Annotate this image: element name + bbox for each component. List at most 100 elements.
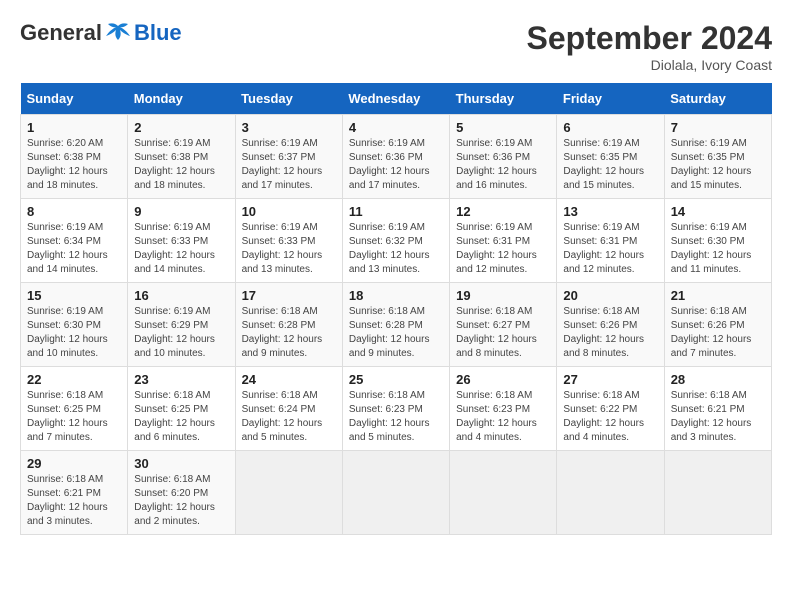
- day-info: Sunrise: 6:19 AM Sunset: 6:33 PM Dayligh…: [242, 221, 336, 277]
- location: Diolala, Ivory Coast: [527, 57, 772, 73]
- day-info: Sunrise: 6:19 AM Sunset: 6:36 PM Dayligh…: [456, 137, 550, 193]
- table-row: 24 Sunrise: 6:18 AM Sunset: 6:24 PM Dayli…: [235, 367, 342, 451]
- day-info: Sunrise: 6:19 AM Sunset: 6:38 PM Dayligh…: [134, 137, 228, 193]
- day-number: 18: [349, 288, 443, 303]
- calendar-week-row: 1 Sunrise: 6:20 AM Sunset: 6:38 PM Daylig…: [21, 115, 772, 199]
- day-info: Sunrise: 6:18 AM Sunset: 6:28 PM Dayligh…: [349, 305, 443, 361]
- day-number: 1: [27, 120, 121, 135]
- header-monday: Monday: [128, 83, 235, 115]
- day-info: Sunrise: 6:19 AM Sunset: 6:31 PM Dayligh…: [563, 221, 657, 277]
- table-row: [450, 451, 557, 535]
- table-row: 1 Sunrise: 6:20 AM Sunset: 6:38 PM Daylig…: [21, 115, 128, 199]
- day-number: 12: [456, 204, 550, 219]
- day-number: 26: [456, 372, 550, 387]
- table-row: 2 Sunrise: 6:19 AM Sunset: 6:38 PM Daylig…: [128, 115, 235, 199]
- table-row: 29Sunrise: 6:18 AM Sunset: 6:21 PM Dayli…: [21, 451, 128, 535]
- day-info: Sunrise: 6:19 AM Sunset: 6:34 PM Dayligh…: [27, 221, 121, 277]
- day-number: 25: [349, 372, 443, 387]
- table-row: 19 Sunrise: 6:18 AM Sunset: 6:27 PM Dayli…: [450, 283, 557, 367]
- table-row: 11 Sunrise: 6:19 AM Sunset: 6:32 PM Dayli…: [342, 199, 449, 283]
- day-info: Sunrise: 6:19 AM Sunset: 6:30 PM Dayligh…: [27, 305, 121, 361]
- day-number: 6: [563, 120, 657, 135]
- day-number: 16: [134, 288, 228, 303]
- table-row: 20 Sunrise: 6:18 AM Sunset: 6:26 PM Dayli…: [557, 283, 664, 367]
- table-row: 18 Sunrise: 6:18 AM Sunset: 6:28 PM Dayli…: [342, 283, 449, 367]
- header-thursday: Thursday: [450, 83, 557, 115]
- table-row: 15 Sunrise: 6:19 AM Sunset: 6:30 PM Dayli…: [21, 283, 128, 367]
- table-row: 14Sunrise: 6:19 AM Sunset: 6:30 PM Dayli…: [664, 199, 771, 283]
- table-row: 7 Sunrise: 6:19 AM Sunset: 6:35 PM Daylig…: [664, 115, 771, 199]
- table-row: 10 Sunrise: 6:19 AM Sunset: 6:33 PM Dayli…: [235, 199, 342, 283]
- table-row: 25 Sunrise: 6:18 AM Sunset: 6:23 PM Dayli…: [342, 367, 449, 451]
- day-number: 22: [27, 372, 121, 387]
- day-info: Sunrise: 6:18 AM Sunset: 6:26 PM Dayligh…: [563, 305, 657, 361]
- day-info: Sunrise: 6:18 AM Sunset: 6:21 PM Dayligh…: [671, 389, 765, 445]
- logo: General Blue: [20, 20, 182, 46]
- day-number: 13: [563, 204, 657, 219]
- header-sunday: Sunday: [21, 83, 128, 115]
- day-number: 4: [349, 120, 443, 135]
- day-info: Sunrise: 6:19 AM Sunset: 6:31 PM Dayligh…: [456, 221, 550, 277]
- table-row: 3 Sunrise: 6:19 AM Sunset: 6:37 PM Daylig…: [235, 115, 342, 199]
- logo-bird-icon: [104, 22, 132, 44]
- calendar-table: Sunday Monday Tuesday Wednesday Thursday…: [20, 83, 772, 535]
- day-info: Sunrise: 6:19 AM Sunset: 6:30 PM Dayligh…: [671, 221, 765, 277]
- table-row: 12 Sunrise: 6:19 AM Sunset: 6:31 PM Dayli…: [450, 199, 557, 283]
- table-row: 23Sunrise: 6:18 AM Sunset: 6:25 PM Dayli…: [128, 367, 235, 451]
- table-row: 16Sunrise: 6:19 AM Sunset: 6:29 PM Dayli…: [128, 283, 235, 367]
- table-row: 27Sunrise: 6:18 AM Sunset: 6:22 PM Dayli…: [557, 367, 664, 451]
- day-number: 11: [349, 204, 443, 219]
- day-info: Sunrise: 6:18 AM Sunset: 6:23 PM Dayligh…: [349, 389, 443, 445]
- day-info: Sunrise: 6:19 AM Sunset: 6:32 PM Dayligh…: [349, 221, 443, 277]
- day-number: 28: [671, 372, 765, 387]
- calendar-week-row: 22Sunrise: 6:18 AM Sunset: 6:25 PM Dayli…: [21, 367, 772, 451]
- day-info: Sunrise: 6:18 AM Sunset: 6:26 PM Dayligh…: [671, 305, 765, 361]
- calendar-week-row: 29Sunrise: 6:18 AM Sunset: 6:21 PM Dayli…: [21, 451, 772, 535]
- day-info: Sunrise: 6:18 AM Sunset: 6:22 PM Dayligh…: [563, 389, 657, 445]
- day-info: Sunrise: 6:19 AM Sunset: 6:33 PM Dayligh…: [134, 221, 228, 277]
- day-info: Sunrise: 6:19 AM Sunset: 6:35 PM Dayligh…: [563, 137, 657, 193]
- day-number: 8: [27, 204, 121, 219]
- table-row: 9 Sunrise: 6:19 AM Sunset: 6:33 PM Daylig…: [128, 199, 235, 283]
- table-row: 6 Sunrise: 6:19 AM Sunset: 6:35 PM Daylig…: [557, 115, 664, 199]
- day-info: Sunrise: 6:19 AM Sunset: 6:35 PM Dayligh…: [671, 137, 765, 193]
- title-section: September 2024 Diolala, Ivory Coast: [527, 20, 772, 73]
- calendar-header-row: Sunday Monday Tuesday Wednesday Thursday…: [21, 83, 772, 115]
- table-row: 8 Sunrise: 6:19 AM Sunset: 6:34 PM Daylig…: [21, 199, 128, 283]
- header-friday: Friday: [557, 83, 664, 115]
- day-number: 3: [242, 120, 336, 135]
- day-info: Sunrise: 6:19 AM Sunset: 6:37 PM Dayligh…: [242, 137, 336, 193]
- header-tuesday: Tuesday: [235, 83, 342, 115]
- table-row: 4 Sunrise: 6:19 AM Sunset: 6:36 PM Daylig…: [342, 115, 449, 199]
- day-number: 19: [456, 288, 550, 303]
- table-row: 5Sunrise: 6:19 AM Sunset: 6:36 PM Daylig…: [450, 115, 557, 199]
- day-number: 21: [671, 288, 765, 303]
- day-number: 24: [242, 372, 336, 387]
- table-row: [664, 451, 771, 535]
- day-info: Sunrise: 6:18 AM Sunset: 6:20 PM Dayligh…: [134, 473, 228, 529]
- calendar-week-row: 8 Sunrise: 6:19 AM Sunset: 6:34 PM Daylig…: [21, 199, 772, 283]
- day-number: 10: [242, 204, 336, 219]
- header-saturday: Saturday: [664, 83, 771, 115]
- day-number: 17: [242, 288, 336, 303]
- logo-text-blue: Blue: [134, 20, 182, 46]
- day-info: Sunrise: 6:20 AM Sunset: 6:38 PM Dayligh…: [27, 137, 121, 193]
- page-header: General Blue September 2024 Diolala, Ivo…: [20, 20, 772, 73]
- day-info: Sunrise: 6:18 AM Sunset: 6:21 PM Dayligh…: [27, 473, 121, 529]
- day-number: 7: [671, 120, 765, 135]
- table-row: 13 Sunrise: 6:19 AM Sunset: 6:31 PM Dayli…: [557, 199, 664, 283]
- day-number: 23: [134, 372, 228, 387]
- day-info: Sunrise: 6:18 AM Sunset: 6:24 PM Dayligh…: [242, 389, 336, 445]
- logo-text-general: General: [20, 20, 102, 46]
- day-number: 2: [134, 120, 228, 135]
- day-number: 15: [27, 288, 121, 303]
- day-info: Sunrise: 6:18 AM Sunset: 6:23 PM Dayligh…: [456, 389, 550, 445]
- table-row: 26 Sunrise: 6:18 AM Sunset: 6:23 PM Dayli…: [450, 367, 557, 451]
- day-number: 20: [563, 288, 657, 303]
- table-row: [235, 451, 342, 535]
- month-title: September 2024: [527, 20, 772, 57]
- day-info: Sunrise: 6:19 AM Sunset: 6:36 PM Dayligh…: [349, 137, 443, 193]
- day-info: Sunrise: 6:18 AM Sunset: 6:27 PM Dayligh…: [456, 305, 550, 361]
- day-number: 9: [134, 204, 228, 219]
- table-row: 17Sunrise: 6:18 AM Sunset: 6:28 PM Dayli…: [235, 283, 342, 367]
